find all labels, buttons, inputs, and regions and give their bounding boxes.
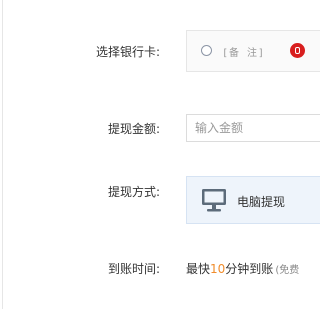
amount-label: 提现金额: <box>107 122 160 136</box>
arrival-time-label: 到账时间: <box>107 262 160 276</box>
amount-input[interactable] <box>186 114 320 142</box>
bank-card-option[interactable]: [备 注] <box>186 30 320 72</box>
method-option-pc[interactable]: 电脑提现 <box>186 176 320 224</box>
bank-card-label: 选择银行卡: <box>95 45 160 59</box>
bank-card-radio[interactable] <box>201 45 212 56</box>
arrival-time-value: 最快10分钟到账 (免费 <box>186 260 299 277</box>
method-option-label: 电脑提现 <box>237 195 286 209</box>
bank-card-remark: [备 注] <box>222 48 266 59</box>
arrival-prefix: 最快 <box>186 262 211 276</box>
arrival-suffix: 分钟到账 <box>225 262 274 276</box>
monitor-icon <box>202 189 226 212</box>
arrival-fee-note: (免费 <box>275 265 300 276</box>
bank-logo-icon <box>290 43 305 58</box>
arrival-minutes: 10 <box>210 262 226 276</box>
method-label: 提现方式: <box>107 185 160 199</box>
